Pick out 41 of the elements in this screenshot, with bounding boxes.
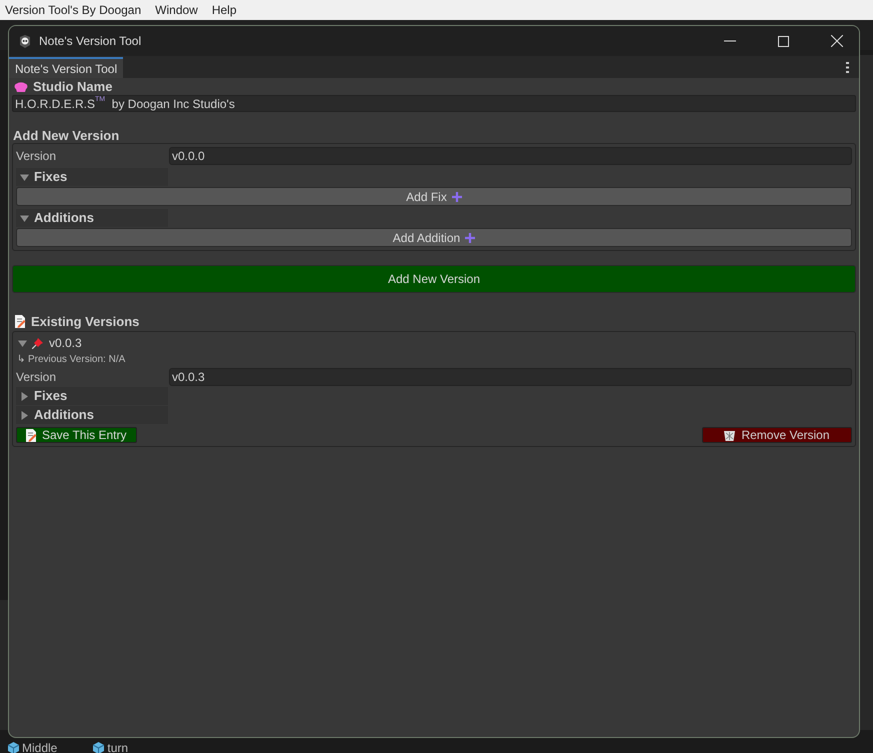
plus-icon bbox=[465, 232, 476, 242]
cube-icon bbox=[8, 742, 19, 753]
collapsed-arrow-icon[interactable] bbox=[20, 392, 29, 400]
note-pencil-icon bbox=[14, 315, 26, 328]
more-options-icon[interactable] bbox=[846, 62, 849, 73]
section-heading: Studio Name bbox=[33, 78, 112, 96]
section-heading: Existing Versions bbox=[31, 312, 140, 331]
cube-icon bbox=[93, 742, 104, 753]
asset-label[interactable]: turn bbox=[107, 739, 128, 753]
plus-icon bbox=[452, 192, 462, 202]
menu-item[interactable]: Help bbox=[212, 1, 237, 19]
version-field[interactable]: v0.0.3 bbox=[169, 368, 852, 386]
field-label: Version bbox=[16, 148, 58, 164]
add-button[interactable]: Add Addition bbox=[16, 228, 852, 247]
add-version-button[interactable]: Add New Version bbox=[12, 265, 856, 293]
version-field[interactable]: v0.0.0 bbox=[169, 146, 852, 164]
brain-icon bbox=[14, 82, 28, 92]
note-pencil-icon bbox=[25, 428, 37, 442]
maximize-icon[interactable] bbox=[778, 36, 789, 46]
collapsed-arrow-icon[interactable] bbox=[20, 410, 29, 420]
expanded-arrow-icon[interactable] bbox=[18, 338, 27, 348]
studio-name-field[interactable]: H.O.R.D.E.R.S$^{TM}$ by Doogan Inc Studio's bbox=[12, 95, 856, 112]
section-heading: Add New Version bbox=[12, 127, 120, 143]
pushpin-icon bbox=[32, 337, 44, 349]
close-icon[interactable] bbox=[831, 35, 843, 47]
menu-item[interactable]: Window bbox=[155, 1, 198, 19]
expanded-arrow-icon[interactable] bbox=[20, 172, 29, 182]
previous-version-text: Previous Version: N/A bbox=[28, 353, 126, 367]
field-label: Version bbox=[16, 368, 58, 386]
entry-title[interactable]: v0.0.3 bbox=[49, 334, 82, 352]
add-button[interactable]: Add Fix bbox=[16, 187, 852, 206]
trash-bin-icon bbox=[724, 430, 736, 440]
remove-button[interactable]: Remove Version bbox=[702, 427, 852, 443]
expanded-arrow-icon[interactable] bbox=[20, 214, 29, 222]
tab[interactable]: Note's Version Tool bbox=[9, 57, 124, 78]
skull-icon bbox=[19, 34, 31, 48]
save-button[interactable]: Save This Entry bbox=[16, 427, 137, 443]
window-title: Note's Version Tool bbox=[39, 33, 142, 50]
return-arrow-icon: ↳ bbox=[17, 352, 25, 367]
asset-label[interactable]: Middle bbox=[22, 739, 58, 753]
menu-item[interactable]: Version Tool's By Doogan bbox=[5, 1, 142, 19]
